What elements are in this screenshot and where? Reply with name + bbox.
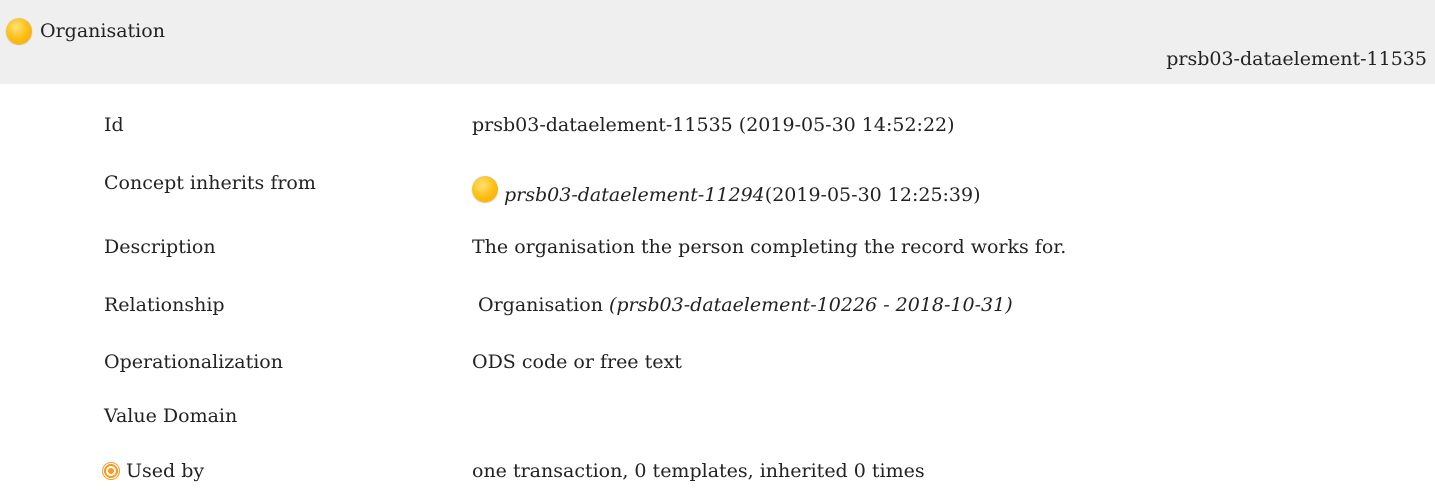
header-title-text: Organisation	[40, 20, 165, 42]
row-relationship: Relationship Organisation (prsb03-datael…	[0, 294, 1435, 324]
row-value: ODS code or free text	[472, 351, 682, 373]
row-value: prsb03-dataelement-11294 (2019-05-30 12:…	[472, 176, 981, 208]
target-icon	[102, 462, 120, 480]
row-label: Concept inherits from	[104, 172, 316, 194]
concept-header: Organisation prsb03-dataelement-11535	[0, 0, 1435, 84]
row-label: Used by	[102, 460, 204, 482]
row-value: Organisation (prsb03-dataelement-10226 -…	[478, 294, 1013, 316]
row-operationalization: Operationalization ODS code or free text	[0, 351, 1435, 381]
row-inherits: Concept inherits from prsb03-dataelement…	[0, 172, 1435, 206]
row-used-by: Used by one transaction, 0 templates, in…	[0, 460, 1435, 490]
row-value-domain: Value Domain	[0, 405, 1435, 435]
row-id: Id prsb03-dataelement-11535 (2019-05-30 …	[0, 114, 1435, 144]
header-title: Organisation	[6, 18, 165, 44]
row-label: Id	[104, 114, 124, 136]
concept-orb-icon	[472, 176, 498, 202]
header-concept-id: prsb03-dataelement-11535	[1166, 48, 1427, 70]
row-description: Description The organisation the person …	[0, 236, 1435, 266]
inherited-concept-link[interactable]: prsb03-dataelement-11294	[504, 184, 765, 206]
inherited-concept-date: (2019-05-30 12:25:39)	[764, 184, 981, 206]
row-label: Value Domain	[104, 405, 238, 427]
row-label: Operationalization	[104, 351, 283, 373]
row-label: Description	[104, 236, 216, 258]
concept-orb-icon	[6, 18, 32, 44]
row-label: Relationship	[104, 294, 225, 316]
usage-summary[interactable]: one transaction, 0 templates, inherited …	[472, 460, 925, 482]
row-value: prsb03-dataelement-11535 (2019-05-30 14:…	[472, 114, 955, 136]
relationship-note: (prsb03-dataelement-10226 - 2018-10-31)	[608, 294, 1013, 316]
row-value: The organisation the person completing t…	[472, 236, 1067, 258]
used-by-label: Used by	[126, 460, 205, 482]
relationship-target[interactable]: Organisation	[478, 294, 603, 316]
